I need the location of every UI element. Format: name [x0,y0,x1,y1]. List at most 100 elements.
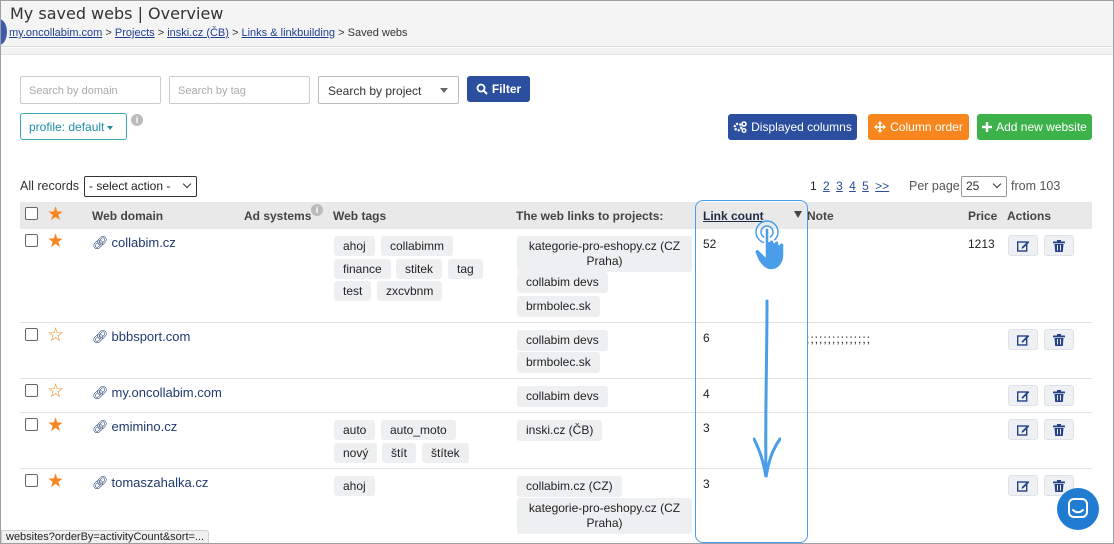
breadcrumb-projects[interactable]: Projects [115,27,155,39]
web-domain-text: bbbsport.com [111,329,191,344]
edit-button[interactable] [1008,385,1038,406]
row-checkbox[interactable] [25,328,38,341]
web-tag[interactable]: zxcvbnm [377,281,443,301]
select-all-checkbox[interactable] [25,207,38,220]
edit-button[interactable] [1008,419,1038,440]
link-icon: 🔗︎ [92,419,109,434]
profile-label: profile: default [29,120,105,134]
displayed-columns-button[interactable]: Displayed columns [728,114,857,140]
web-tag[interactable]: test [334,281,372,301]
col-actions: Actions [1007,209,1052,223]
web-tag[interactable]: tag [448,259,483,279]
table-row: ☆ 🔗︎ bbbsport.com collabim devs brmbolec.… [20,323,1092,379]
star-icon[interactable]: ★ [47,205,64,224]
add-new-website-button[interactable]: Add new website [977,114,1092,140]
per-page-select[interactable]: 25 [961,176,1007,197]
page-link[interactable]: 3 [836,179,843,193]
web-domain-link[interactable]: 🔗︎ tomaszahalka.cz [92,475,208,491]
link-icon: 🔗︎ [92,385,109,400]
row-checkbox[interactable] [25,234,38,247]
delete-button[interactable] [1044,419,1074,440]
web-tag[interactable]: ahoj [334,476,375,496]
web-tag[interactable]: štítek [422,443,469,463]
edit-button[interactable] [1008,235,1038,256]
delete-button[interactable] [1044,385,1074,406]
web-domain-link[interactable]: 🔗︎ bbbsport.com [92,329,190,345]
row-checkbox[interactable] [25,418,38,431]
web-domain-text: collabim.cz [111,235,176,250]
bulk-action-select[interactable]: - select action - [84,176,197,197]
project-link[interactable]: kategorie-pro-eshopy.cz (CZ Praha) [517,498,692,534]
project-link[interactable]: brmbolec.sk [517,296,600,317]
breadcrumb-section[interactable]: Links & linkbuilding [242,27,336,39]
filter-button[interactable]: Filter [467,76,530,102]
edit-button[interactable] [1008,329,1038,350]
star-outline-icon[interactable]: ☆ [47,382,64,401]
project-link[interactable]: inski.cz (ČB) [517,420,603,441]
web-tag[interactable]: finance [334,259,391,279]
filter-button-label: Filter [491,82,522,96]
domain-search-input[interactable]: Search by domain [20,76,161,104]
total-count: from 103 [1011,179,1061,193]
web-tag[interactable]: nový [334,443,378,463]
web-domain-link[interactable]: 🔗︎ my.oncollabim.com [92,385,222,401]
plus-icon [982,122,993,132]
star-icon[interactable]: ★ [47,472,64,491]
project-link[interactable]: collabim.cz (CZ) [517,476,622,497]
info-icon[interactable]: i [131,114,143,126]
star-icon[interactable]: ★ [47,232,64,251]
page-link-current[interactable]: 1 [810,179,817,193]
row-checkbox[interactable] [25,384,38,397]
chat-button[interactable] [1057,488,1099,530]
column-order-button[interactable]: Column order [868,114,969,140]
web-domain-text: tomaszahalka.cz [111,475,209,490]
web-tag[interactable]: ahoj [334,236,375,256]
gears-icon [733,121,747,133]
page-next-link[interactable]: >> [875,179,889,193]
page-link[interactable]: 5 [862,179,869,193]
delete-button[interactable] [1044,329,1074,350]
project-link[interactable]: collabim devs [517,386,608,407]
caret-down-icon [107,125,114,130]
breadcrumb-separator: > [232,27,239,39]
breadcrumb-project[interactable]: inski.cz (ČB) [167,27,229,39]
web-tag[interactable]: auto_moto [381,420,456,440]
chat-icon [1068,498,1088,518]
web-tag[interactable]: štít [382,443,417,463]
profile-dropdown[interactable]: profile: default [20,113,127,140]
page-link[interactable]: 2 [823,179,830,193]
table-header: ★ Web domain Ad systems i Web tags The w… [20,202,1092,229]
page-link[interactable]: 4 [849,179,856,193]
project-select[interactable]: Search by project [318,76,459,104]
chevron-down-icon [182,179,192,189]
search-icon [476,83,488,95]
project-link[interactable]: brmbolec.sk [517,352,600,373]
web-tag[interactable]: collabimm [381,236,454,256]
row-checkbox[interactable] [25,474,38,487]
star-outline-icon[interactable]: ☆ [47,326,64,345]
web-domain-link[interactable]: 🔗︎ collabim.cz [92,235,176,251]
tag-search-input[interactable]: Search by tag [169,76,310,104]
breadcrumb: my.oncollabim.com > Projects > inski.cz … [9,27,408,39]
web-tag[interactable]: auto [334,420,376,440]
web-domain-text: emimino.cz [111,419,178,434]
project-link[interactable]: kategorie-pro-eshopy.cz (CZ Praha) [517,236,692,272]
user-avatar[interactable] [1,19,7,45]
col-web-links: The web links to projects: [516,209,664,223]
edit-icon [1017,241,1030,252]
status-bar-url: websites?orderBy=activityCount&sort=... [1,530,210,543]
link-icon: 🔗︎ [92,235,109,250]
delete-button[interactable] [1044,235,1074,256]
col-web-domain[interactable]: Web domain [92,209,163,223]
info-icon[interactable]: i [311,204,323,216]
star-icon[interactable]: ★ [47,416,64,435]
table-row: ★ 🔗︎ collabim.cz ahoj collabimm finance s… [20,229,1092,323]
breadcrumb-separator: > [105,27,112,39]
project-link[interactable]: collabim devs [517,272,608,293]
edit-button[interactable] [1008,475,1038,496]
web-tag[interactable]: stitek [396,259,443,279]
edit-icon [1017,335,1030,346]
breadcrumb-root[interactable]: my.oncollabim.com [9,27,102,39]
project-link[interactable]: collabim devs [517,330,608,351]
web-domain-link[interactable]: 🔗︎ emimino.cz [92,419,177,435]
